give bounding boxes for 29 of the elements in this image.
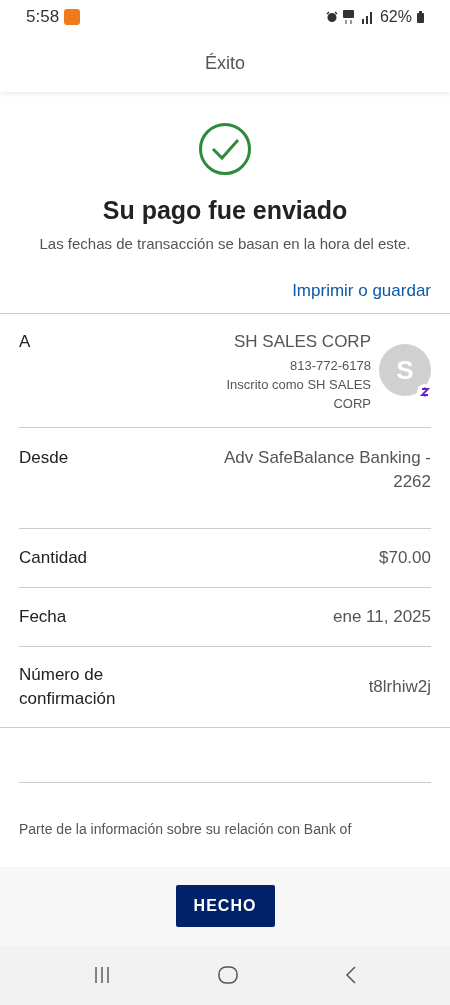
detail-value: t8lrhiw2j — [368, 676, 431, 698]
recipient-phone: 813-772-6178 — [290, 357, 371, 375]
enrollment-note: Inscrito como SH SALES CORP — [225, 376, 371, 413]
recent-apps-icon[interactable] — [93, 966, 112, 984]
detail-value: $70.00 — [379, 547, 431, 569]
battery-icon — [417, 11, 424, 23]
recipient-name: SH SALES CORP — [234, 332, 371, 352]
detail-value: Adv SafeBalance Banking - 2262 — [223, 447, 431, 493]
detail-label: Cantidad — [19, 547, 89, 569]
signal-icon — [342, 10, 375, 24]
clock: 5:58 — [26, 7, 60, 27]
detail-value: ene 11, 2025 — [333, 606, 431, 628]
app-notification-icon — [64, 9, 81, 25]
success-heading: Su pago fue enviado — [102, 196, 348, 225]
timezone-note: Las fechas de transacción se basan en la hora del este. — [38, 234, 412, 254]
disclaimer-text: Parte de la información sobre su relación con Bank of — [19, 820, 353, 839]
done-button[interactable]: HECHO — [175, 885, 275, 927]
detail-label: Desde — [19, 447, 70, 469]
home-icon[interactable] — [218, 965, 238, 985]
alarm-icon — [325, 11, 338, 23]
detail-label: A — [19, 332, 32, 353]
battery-level: 62% — [379, 8, 412, 26]
back-icon[interactable] — [344, 965, 357, 985]
zelle-badge-icon — [417, 384, 433, 400]
checkmark-icon — [198, 122, 252, 176]
detail-label: Fecha — [19, 606, 68, 628]
screen-title: Éxito — [205, 52, 245, 74]
print-link[interactable]: Imprimir o guardar — [292, 281, 431, 301]
detail-label: Número de confirmación — [19, 664, 117, 710]
